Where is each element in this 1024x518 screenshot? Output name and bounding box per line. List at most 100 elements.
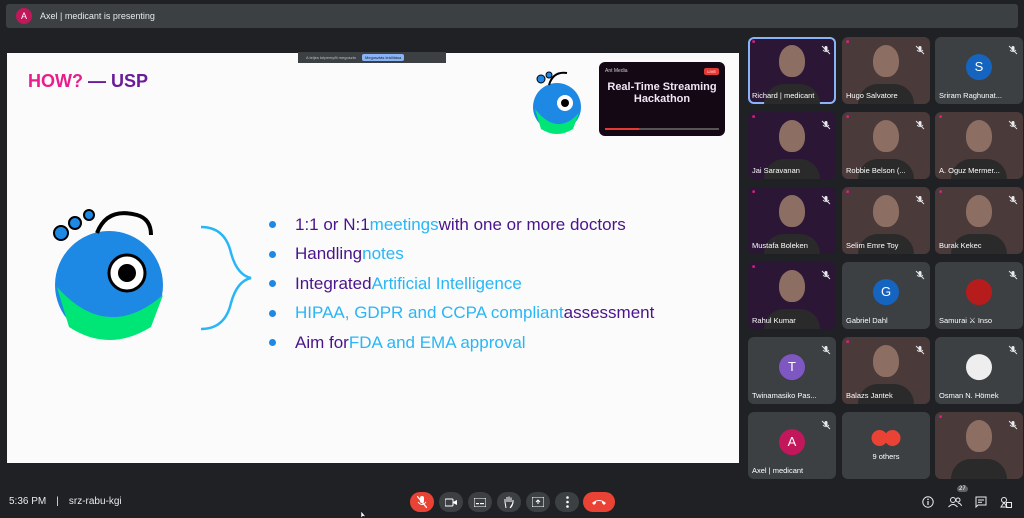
meeting-info: 5:36 PM | srz-rabu-kgi [9,496,122,507]
participant-name: Samurai ⚔ Inso [939,316,992,325]
bullet-highlight: HIPAA, GDPR and CCPA compliant [295,303,564,323]
chat-button[interactable] [973,494,989,510]
participant-tile[interactable]: ■ A. Oguz Mermer... [935,112,1023,179]
participant-tile[interactable]: ■ Hugo Salvatore [842,37,930,104]
participant-tile[interactable]: ■ Jai Saravanan [748,112,836,179]
presenting-banner: A Axel | medicant is presenting [6,4,1018,28]
participant-video-face [779,45,805,77]
participant-tile[interactable]: ■ Rahul Kumar [748,262,836,329]
activities-button[interactable] [998,494,1014,510]
participant-video-face [966,120,992,152]
hackathon-brand-mark: ■ [752,39,756,45]
participant-video-face [966,195,992,227]
others-avatars [871,430,901,446]
bullet-text: with one or more doctors [438,214,626,234]
participant-name: Selim Emre Toy [846,241,899,250]
slide-title-usp: — USP [82,71,148,91]
presenting-text: Axel | medicant is presenting [40,11,155,21]
mic-muted-icon [821,417,831,430]
participant-tile[interactable]: ■ Richard | medicant [748,37,836,104]
share-hint: A teljes képernyőt megoszto [306,55,357,60]
participant-tile[interactable]: ■ Robbie Belson (... [842,112,930,179]
mic-muted-icon [1008,42,1018,55]
slide-title: HOW? — USP [28,71,148,92]
mascot-logo-small [533,71,581,134]
more-options-button[interactable] [555,492,579,512]
participant-video-body [951,459,1007,479]
phone-hangup-icon [592,500,606,505]
participant-name: A. Oguz Mermer... [939,166,1000,175]
bullet-dot [269,309,276,317]
video-card-title: Real-Time Streaming Hackathon [607,81,717,105]
end-call-button[interactable] [583,492,615,512]
bullet-item: HIPAA, GDPR and CCPA compliant assessmen… [269,299,654,329]
participant-avatar: S [966,53,992,80]
participant-tile[interactable]: ■ Balazs Jantek [842,337,930,404]
participant-tile[interactable]: ■ Mustafa Boleken [748,187,836,254]
bullet-item: Aim for FDA and EMA approval [269,328,654,358]
live-badge: LIVE [704,68,719,75]
participant-tile[interactable]: Samurai ⚔ Inso [935,262,1023,329]
participant-tile[interactable]: G Gabriel Dahl [842,262,930,329]
participant-name: Hugo Salvatore [846,91,898,100]
participant-name: Richard | medicant [752,91,815,100]
presenter-avatar: A [16,8,32,24]
hackathon-brand-mark: ■ [846,39,850,45]
participant-tile[interactable]: Osman N. Hömek [935,337,1023,404]
mic-muted-icon [821,42,831,55]
participant-tile[interactable]: ■ Burak Kekec [935,187,1023,254]
participant-avatar: T [779,353,805,380]
participant-count-badge: 27 [957,486,968,492]
participant-name: Sriram Raghunat... [939,91,1002,100]
bullet-dot [269,221,276,229]
participant-avatar: G [873,278,899,305]
hackathon-brand-mark: ■ [939,189,943,195]
hackathon-brand-mark: ■ [939,414,943,420]
participant-tile[interactable]: ■ Selim Emre Toy [842,187,930,254]
bullet-dot [269,280,276,288]
bullet-dot [269,250,276,258]
mic-muted-icon [821,192,831,205]
participant-name: Twinamasiko Pas... [752,391,817,400]
mic-toggle-button[interactable] [410,492,434,512]
participant-video-face [779,195,805,227]
mic-muted-icon [915,192,925,205]
meeting-details-button[interactable] [920,494,936,510]
participant-tile[interactable]: T Twinamasiko Pas... [748,337,836,404]
participant-video-face [873,195,899,227]
raise-hand-button[interactable] [497,492,521,512]
participant-video-face [873,345,899,377]
participant-avatar [966,278,992,305]
present-button[interactable] [526,492,550,512]
more-vert-icon [565,496,569,508]
shapes-icon [1000,497,1012,508]
participant-name: 9 others [872,452,900,461]
captions-button[interactable] [468,492,492,512]
people-icon [948,497,962,508]
bullet-highlight: FDA and EMA approval [348,332,526,352]
mic-muted-icon [1008,192,1018,205]
mic-muted-icon [915,117,925,130]
participant-name: Gabriel Dahl [846,316,888,325]
participant-tile[interactable]: ■ [935,412,1023,479]
mic-muted-icon [821,342,831,355]
meeting-code[interactable]: srz-rabu-kgi [69,496,122,507]
people-button[interactable] [947,494,963,510]
camera-toggle-button[interactable] [439,492,463,512]
participant-tile[interactable]: S Sriram Raghunat... [935,37,1023,104]
hackathon-brand-mark: ■ [846,189,850,195]
hackathon-brand-mark: ■ [846,339,850,345]
mic-muted-icon [821,117,831,130]
participant-tile[interactable]: 9 others [842,412,930,479]
participant-tile[interactable]: A Axel | medicant [748,412,836,479]
mic-muted-icon [915,267,925,280]
shared-slide: HOW? — USP Ant Media LIVE Real-Time Stre… [7,53,739,463]
usp-bullet-list: 1:1 or N:1 meetings with one or more doc… [269,210,654,358]
mic-muted-icon [915,42,925,55]
participant-name: Axel | medicant [752,466,804,475]
hackathon-brand-mark: ■ [752,189,756,195]
bullet-item: Handling notes [269,240,654,270]
stop-sharing-button[interactable]: Megosztás leállítása [362,54,405,61]
mic-muted-icon [821,267,831,280]
participant-name: Rahul Kumar [752,316,796,325]
